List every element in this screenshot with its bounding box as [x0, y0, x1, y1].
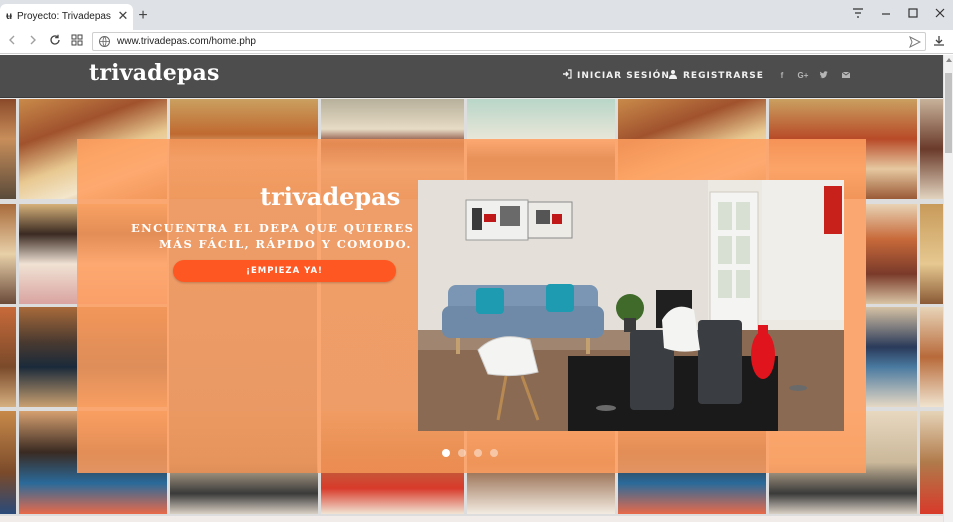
slider-dot-2[interactable] — [458, 449, 466, 457]
address-bar[interactable] — [92, 32, 926, 51]
globe-icon — [98, 35, 111, 48]
slider-dot-1[interactable] — [442, 449, 450, 457]
mosaic-tile — [920, 307, 943, 407]
mosaic-tile — [0, 307, 16, 407]
apps-grid-icon[interactable] — [69, 33, 85, 49]
tab-title: Proyecto: Trivadepas — [17, 11, 111, 22]
hero-slider-image[interactable] — [418, 180, 844, 431]
site-header: trivadepas INICIAR SESIÓN REGISTRARSE f … — [0, 55, 943, 98]
back-icon[interactable] — [4, 33, 20, 49]
mosaic-tile — [920, 204, 943, 304]
login-label: INICIAR SESIÓN — [577, 71, 670, 81]
close-window-icon[interactable] — [932, 6, 948, 22]
slider-dot-3[interactable] — [474, 449, 482, 457]
slider-dot-4[interactable] — [490, 449, 498, 457]
hero-tagline-line2: MÁS FÁCIL, RÁPIDO Y COMODO. — [159, 237, 412, 251]
send-icon[interactable] — [909, 35, 922, 49]
register-label: REGISTRARSE — [683, 71, 764, 81]
close-tab-icon[interactable]: ✕ — [116, 9, 130, 23]
site-logo[interactable]: trivadepas — [89, 60, 220, 86]
web-page: trivadepas INICIAR SESIÓN REGISTRARSE f … — [0, 55, 943, 522]
hero-tagline-line1: ENCUENTRA EL DEPA QUE QUIERES — [131, 221, 415, 235]
browser-tab[interactable]: ʉ Proyecto: Trivadepas ✕ — [0, 4, 133, 30]
mosaic-tile — [920, 99, 943, 199]
tab-menu-icon[interactable] — [850, 6, 866, 22]
register-link[interactable]: REGISTRARSE — [668, 69, 764, 81]
mosaic-tile — [0, 411, 16, 514]
mosaic-tile — [0, 99, 16, 199]
mosaic-tile — [866, 204, 917, 304]
maximize-icon[interactable] — [905, 6, 921, 22]
email-icon[interactable] — [840, 70, 852, 82]
forward-icon[interactable] — [25, 33, 41, 49]
login-link[interactable]: INICIAR SESIÓN — [562, 69, 670, 81]
scroll-thumb[interactable] — [945, 73, 952, 153]
page-scrollbar[interactable] — [943, 55, 953, 522]
url-input[interactable] — [117, 33, 897, 50]
page-bottom-edge — [0, 516, 943, 522]
reload-icon[interactable] — [47, 33, 63, 49]
mosaic-tile — [866, 307, 917, 407]
facebook-icon[interactable]: f — [776, 70, 788, 82]
slider-indicators — [442, 449, 522, 459]
tab-strip: ʉ Proyecto: Trivadepas ✕ + — [0, 0, 953, 30]
browser-toolbar — [0, 30, 953, 54]
mosaic-tile — [920, 411, 943, 514]
start-now-button[interactable]: ¡EMPIEZA YA! — [173, 260, 396, 282]
google-plus-icon[interactable]: G+ — [797, 70, 809, 82]
download-icon[interactable] — [932, 34, 946, 48]
site-favicon-icon: ʉ — [6, 11, 13, 22]
mosaic-tile — [0, 204, 16, 304]
user-icon — [668, 69, 678, 79]
hero-brand-title: trivadepas — [260, 182, 401, 211]
new-tab-icon[interactable]: + — [136, 8, 150, 24]
sign-in-icon — [562, 69, 572, 79]
scroll-up-icon[interactable] — [946, 58, 952, 62]
minimize-icon[interactable] — [878, 6, 894, 22]
twitter-icon[interactable] — [818, 70, 830, 82]
